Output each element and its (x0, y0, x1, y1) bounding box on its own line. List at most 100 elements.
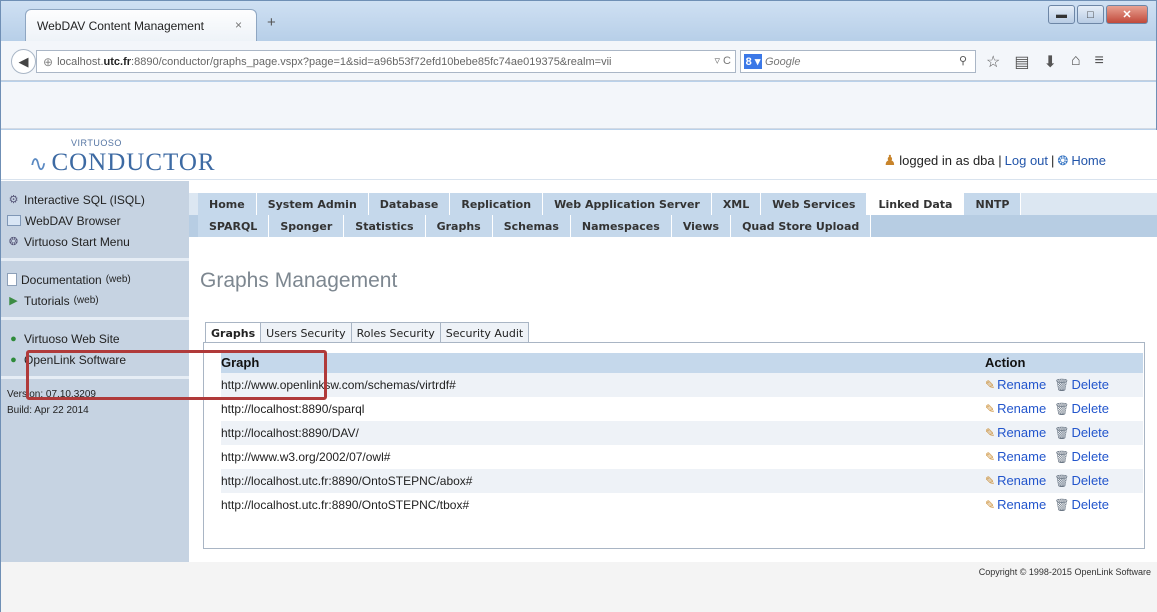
subtab-graphs[interactable]: Graphs (205, 322, 262, 343)
minimize-button[interactable]: ▬ (1048, 5, 1075, 24)
trash-icon: 🗑 (1054, 497, 1070, 512)
sidebar-item-isql[interactable]: ⚙ Interactive SQL (ISQL) (7, 189, 189, 210)
home-icon[interactable]: ⌂ (1071, 52, 1081, 72)
back-button[interactable]: ◀ (11, 49, 36, 74)
graph-uri: http://localhost:8890/DAV/ (221, 426, 359, 440)
rename-link[interactable]: ✎ Rename (985, 473, 1046, 488)
logged-in-text: logged in as dba | (899, 153, 1002, 168)
rename-link[interactable]: ✎ Rename (985, 449, 1046, 464)
address-bar[interactable]: ⊕ localhost. utc.fr:8890/conductor/graphs… (36, 50, 736, 73)
tab-web-application-server[interactable]: Web Application Server (543, 193, 712, 215)
search-engine-icon[interactable]: 8 ▾ (744, 54, 762, 69)
rename-icon: ✎ (985, 449, 996, 464)
column-header-graph: Graph (221, 355, 260, 370)
delete-link[interactable]: 🗑 Delete (1054, 473, 1109, 488)
tab-quad-store-upload[interactable]: Quad Store Upload (731, 215, 872, 237)
tab-sparql[interactable]: SPARQL (198, 215, 270, 237)
trash-icon: 🗑 (1054, 425, 1070, 440)
web-page: ∿ VIRTUOSO CONDUCTOR ♟ logged in as dba … (1, 130, 1157, 612)
tab-views[interactable]: Views (671, 215, 732, 237)
delete-link[interactable]: 🗑 Delete (1054, 425, 1109, 440)
trash-icon: 🗑 (1054, 377, 1070, 392)
rename-link[interactable]: ✎ Rename (985, 425, 1046, 440)
sidebar-item-tutorials[interactable]: ▶ Tutorials (web) (7, 290, 189, 311)
close-window-button[interactable]: ✕ (1106, 5, 1148, 24)
virtuoso-logo[interactable]: ∿ VIRTUOSO CONDUCTOR (29, 138, 216, 177)
virtuoso-icon: ❂ (8, 236, 19, 248)
search-placeholder: Google (765, 55, 801, 68)
sidebar-group-docs: Documentation (web) ▶ Tutorials (web) (1, 261, 189, 320)
table-row: http://localhost:8890/sparql ✎ Rename 🗑 De… (221, 397, 1143, 421)
search-icon[interactable]: ⚲ (959, 54, 967, 67)
reload-icon[interactable]: ▿ C (710, 54, 731, 67)
delete-link[interactable]: 🗑 Delete (1054, 401, 1109, 416)
user-box: ♟ logged in as dba | Log out | ❂ Home (884, 152, 1106, 169)
sidebar-item-openlink[interactable]: ● OpenLink Software (7, 349, 189, 370)
table-row: http://localhost.utc.fr:8890/OntoSTEPNC/… (221, 469, 1143, 493)
search-bar[interactable]: 8 ▾ Google ⚲ (740, 50, 976, 73)
graph-uri: http://localhost.utc.fr:8890/OntoSTEPNC/… (221, 498, 470, 512)
delete-link[interactable]: 🗑 Delete (1054, 497, 1109, 512)
sidebar-item-label: Documentation (21, 272, 102, 287)
tab-namespaces[interactable]: Namespaces (570, 215, 672, 237)
tab-sponger[interactable]: Sponger (269, 215, 345, 237)
gear-icon: ⚙ (8, 194, 19, 206)
sidebar-item-label: Virtuoso Start Menu (24, 234, 130, 249)
graph-uri: http://www.openlinksw.com/schemas/virtrd… (221, 378, 456, 392)
browser-tab[interactable]: WebDAV Content Management × (25, 9, 257, 41)
tab-xml[interactable]: XML (711, 193, 762, 215)
tab-home[interactable]: Home (198, 193, 257, 215)
logo-big-text: CONDUCTOR (51, 149, 216, 176)
tab-statistics[interactable]: Statistics (344, 215, 426, 237)
new-tab-button[interactable]: + (267, 14, 276, 31)
rename-link[interactable]: ✎ Rename (985, 497, 1046, 512)
sidebar-item-documentation[interactable]: Documentation (web) (7, 269, 189, 290)
subtab-roles-security[interactable]: Roles Security (350, 322, 441, 343)
home-link[interactable]: Home (1071, 153, 1106, 168)
delete-link[interactable]: 🗑 Delete (1054, 449, 1109, 464)
trash-icon: 🗑 (1054, 449, 1070, 464)
tab-graphs[interactable]: Graphs (425, 215, 493, 237)
sidebar-item-label: Interactive SQL (ISQL) (24, 192, 145, 207)
subtab-users-security[interactable]: Users Security (260, 322, 352, 343)
downloads-icon[interactable]: ⬇ (1043, 52, 1056, 72)
sidebar-item-label: Virtuoso Web Site (24, 331, 120, 346)
tab-replication[interactable]: Replication (450, 193, 544, 215)
rename-link[interactable]: ✎ Rename (985, 377, 1046, 392)
rename-icon: ✎ (985, 497, 996, 512)
main-content: Home System Admin Database Replication W… (189, 181, 1157, 562)
url-rest: :8890/conductor/graphs_page.vspx?page=1&… (131, 55, 612, 68)
copyright: Copyright © 1998-2015 OpenLink Software (978, 567, 1151, 577)
bookmark-star-icon[interactable]: ☆ (986, 52, 1000, 72)
delete-label: Delete (1071, 377, 1110, 392)
sidebar-item-webdav[interactable]: WebDAV Browser (7, 210, 189, 231)
subtab-security-audit[interactable]: Security Audit (439, 322, 530, 343)
sidebar-item-start-menu[interactable]: ❂ Virtuoso Start Menu (7, 231, 189, 252)
tab-nntp[interactable]: NNTP (964, 193, 1022, 215)
maximize-button[interactable]: □ (1077, 5, 1104, 24)
rename-label: Rename (997, 401, 1047, 416)
tab-linked-data[interactable]: Linked Data (867, 193, 965, 215)
rename-link[interactable]: ✎ Rename (985, 401, 1046, 416)
logout-link[interactable]: Log out (1005, 153, 1048, 168)
sidebar-item-suffix: (web) (105, 274, 131, 285)
tab-web-services[interactable]: Web Services (761, 193, 868, 215)
tab-close-icon[interactable]: × (235, 18, 242, 32)
delete-label: Delete (1071, 425, 1110, 440)
bookmarks-list-icon[interactable]: ▤ (1014, 52, 1029, 72)
title-bar: WebDAV Content Management × + ▬ □ ✕ (1, 1, 1156, 41)
tab-database[interactable]: Database (368, 193, 451, 215)
bookmark-bar (1, 82, 1156, 129)
delete-label: Delete (1071, 497, 1110, 512)
version-text: Version: 07.10.3209 (7, 389, 96, 400)
logo-small-text: VIRTUOSO (71, 138, 122, 148)
graph-uri: http://www.w3.org/2002/07/owl# (221, 450, 391, 464)
delete-link[interactable]: 🗑 Delete (1054, 377, 1109, 392)
tab-schemas[interactable]: Schemas (492, 215, 571, 237)
graph-uri: http://localhost:8890/sparql (221, 402, 365, 416)
sidebar-item-virtuoso-site[interactable]: ● Virtuoso Web Site (7, 328, 189, 349)
logo-mark-icon: ∿ (29, 151, 48, 176)
menu-icon[interactable]: ≡ (1095, 52, 1104, 72)
tab-system-admin[interactable]: System Admin (256, 193, 369, 215)
graphs-panel: Graph Action http://www.openlinksw.com/s… (203, 342, 1145, 549)
